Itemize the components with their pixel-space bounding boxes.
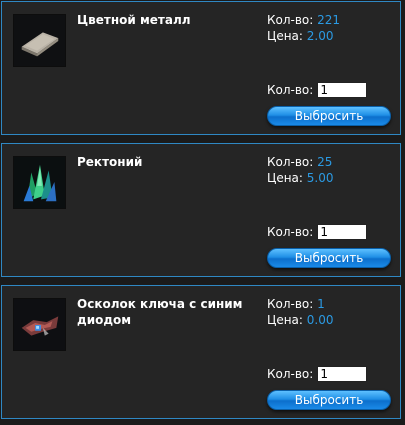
green-crystal-icon [13,156,66,209]
quantity-label: Кол-во: [267,297,314,311]
metal-ingot-icon [13,14,66,67]
drop-quantity-input[interactable] [317,82,368,98]
price-label: Цена: [267,171,303,185]
price-label: Цена: [267,313,303,327]
quantity-label: Кол-во: [267,155,314,169]
price-value: 0.00 [306,313,334,327]
price-value: 5.00 [306,171,334,185]
item-stats: Кол-во: 25 Цена: 5.00 [267,154,334,186]
drop-quantity: Кол-во: [267,224,368,240]
quantity-label: Кол-во: [267,13,314,27]
drop-quantity-input[interactable] [317,366,368,382]
drop-quantity-label: Кол-во: [267,367,314,381]
drop-quantity: Кол-во: [267,82,368,98]
price-label: Цена: [267,29,303,43]
drop-button[interactable]: Выбросить [267,390,391,410]
inventory-item: Ректоний Кол-во: 25 Цена: 5.00 Кол-во: В… [1,143,401,277]
item-stats: Кол-во: 221 Цена: 2.00 [267,12,340,44]
inventory-item: Осколок ключа с синим диодом Кол-во: 1 Ц… [1,285,401,419]
item-name: Цветной металл [77,13,191,27]
drop-quantity: Кол-во: [267,366,368,382]
price-value: 2.00 [306,29,334,43]
drop-quantity-label: Кол-во: [267,83,314,97]
drop-quantity-input[interactable] [317,224,368,240]
quantity-value: 1 [317,297,325,311]
drop-button[interactable]: Выбросить [267,106,391,126]
item-name: Осколок ключа с синим диодом [77,297,243,327]
inventory-list: Цветной металл Кол-во: 221 Цена: 2.00 Ко… [0,0,405,425]
drop-button[interactable]: Выбросить [267,248,391,268]
quantity-value: 221 [317,13,341,27]
item-stats: Кол-во: 1 Цена: 0.00 [267,296,334,328]
item-name: Ректоний [77,155,143,169]
key-shard-icon [13,298,66,351]
quantity-value: 25 [317,155,333,169]
drop-quantity-label: Кол-во: [267,225,314,239]
inventory-item: Цветной металл Кол-во: 221 Цена: 2.00 Ко… [1,1,401,135]
